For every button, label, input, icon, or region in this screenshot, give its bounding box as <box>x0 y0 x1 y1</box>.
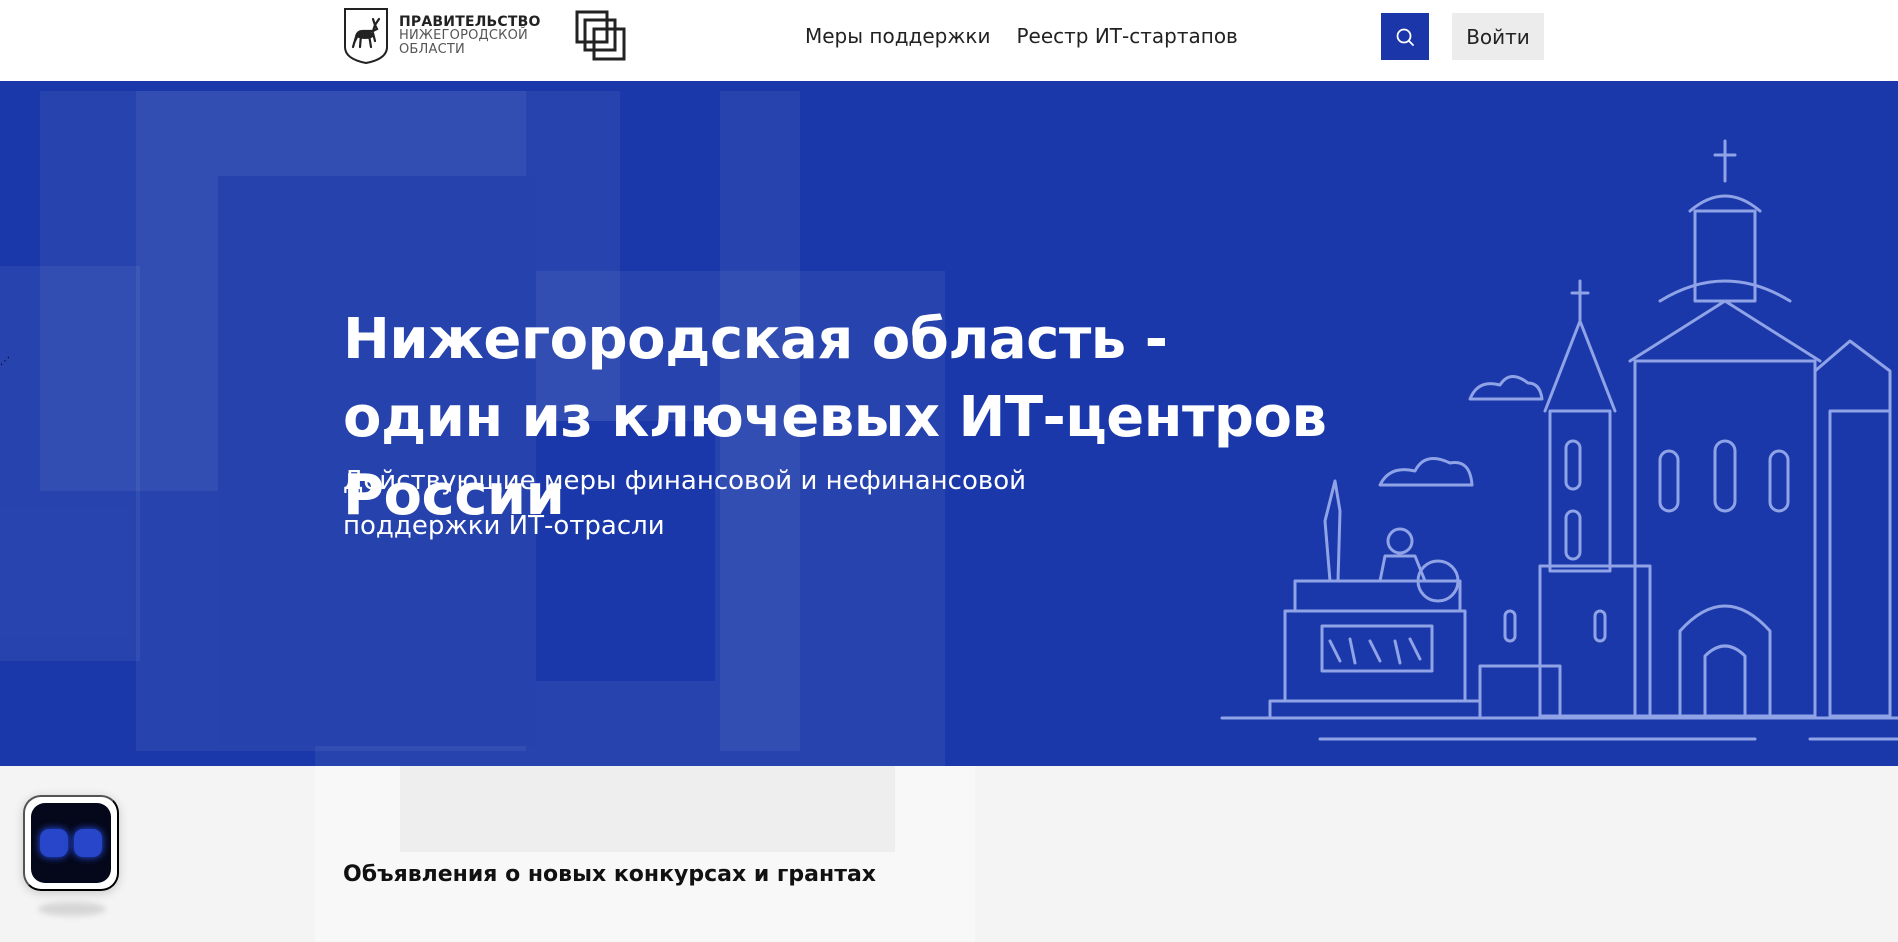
site-header: ПРАВИТЕЛЬСТВО НИЖЕГОРОДСКОЙ ОБЛАСТИ Меры… <box>0 0 1898 81</box>
nested-squares-logo-icon <box>575 10 626 61</box>
robot-face-icon <box>31 803 111 883</box>
hero-subtitle: Действующие меры финансовой и нефинансов… <box>343 466 1026 541</box>
chat-assistant-button[interactable] <box>23 795 119 891</box>
search-icon <box>1396 28 1414 46</box>
government-logo-line-3: ОБЛАСТИ <box>399 42 465 57</box>
chat-widget-shadow <box>38 902 106 916</box>
nav-support-measures[interactable]: Меры поддержки <box>805 22 990 50</box>
government-logo-link[interactable]: ПРАВИТЕЛЬСТВО НИЖЕГОРОДСКОЙ ОБЛАСТИ <box>343 7 543 65</box>
main-nav: Меры поддержки Реестр ИТ-стартапов <box>805 22 1238 50</box>
nav-startup-registry[interactable]: Реестр ИТ-стартапов <box>1016 22 1237 50</box>
section-title-contests-grants: Объявления о новых конкурсах и грантах <box>343 862 876 887</box>
government-logo-line-1: ПРАВИТЕЛЬСТВО <box>399 14 541 30</box>
deer-emblem-icon <box>344 8 388 65</box>
hero-banner: Нижегородская область - один из ключевых… <box>0 81 1898 766</box>
page: ПРАВИТЕЛЬСТВО НИЖЕГОРОДСКОЙ ОБЛАСТИ Меры… <box>0 0 1898 942</box>
it-brand-logo-link[interactable] <box>575 10 627 62</box>
robot-eye-left <box>40 829 68 857</box>
government-logo-line-2: НИЖЕГОРОДСКОЙ <box>399 28 528 43</box>
search-button[interactable] <box>1381 13 1429 60</box>
cursor-icon: ⋰ <box>0 356 10 367</box>
city-landmarks-illustration <box>1220 139 1898 741</box>
government-logo-text: ПРАВИТЕЛЬСТВО НИЖЕГОРОДСКОЙ ОБЛАСТИ <box>399 15 541 57</box>
login-button[interactable]: Войти <box>1452 13 1544 60</box>
lower-background-pattern <box>315 766 975 942</box>
robot-eye-right <box>74 829 102 857</box>
